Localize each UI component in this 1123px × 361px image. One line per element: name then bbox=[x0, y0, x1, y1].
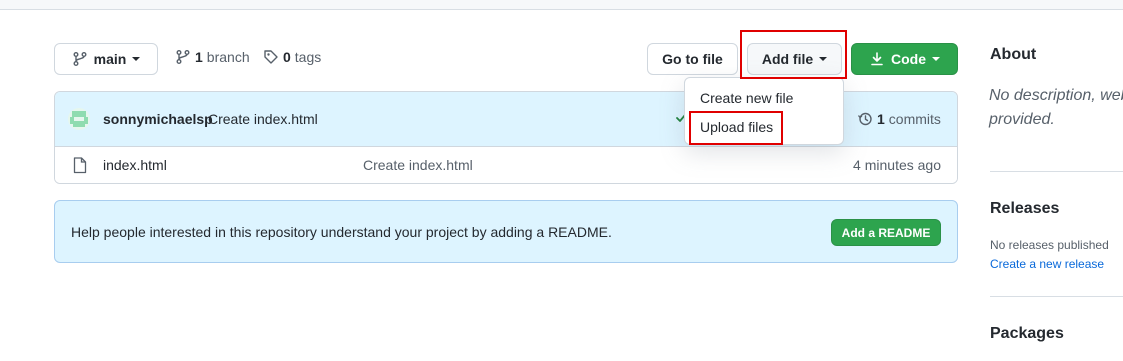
branches-label: branch bbox=[206, 49, 250, 65]
code-button[interactable]: Code bbox=[851, 43, 958, 75]
add-readme-button[interactable]: Add a README bbox=[831, 219, 941, 246]
code-label: Code bbox=[891, 51, 926, 67]
download-icon bbox=[869, 51, 885, 67]
commits-count: 1 bbox=[877, 111, 885, 127]
branch-selector-button[interactable]: main bbox=[54, 43, 158, 75]
git-branch-icon bbox=[175, 49, 191, 65]
commits-history-link[interactable]: 1 commits bbox=[857, 111, 941, 127]
branches-link[interactable]: 1 branch bbox=[175, 49, 250, 65]
chevron-down-icon bbox=[132, 57, 141, 61]
file-icon bbox=[73, 157, 87, 174]
commits-label: commits bbox=[888, 111, 941, 127]
branches-count: 1 bbox=[195, 49, 203, 65]
upload-files-highlight-box bbox=[689, 111, 783, 145]
sidebar-divider bbox=[990, 296, 1123, 297]
packages-heading[interactable]: Packages bbox=[990, 325, 1064, 343]
tags-link[interactable]: 0 tags bbox=[263, 49, 321, 65]
about-description-line1: No description, web bbox=[989, 87, 1123, 104]
releases-text: No releases published bbox=[990, 238, 1109, 252]
file-name[interactable]: index.html bbox=[103, 157, 167, 173]
add-file-highlight-box bbox=[740, 30, 847, 79]
tag-icon bbox=[263, 49, 279, 65]
releases-heading[interactable]: Releases bbox=[990, 200, 1059, 218]
header-strip bbox=[0, 0, 1123, 10]
about-description-line2: provided. bbox=[989, 111, 1055, 128]
table-row: index.html Create index.html 4 minutes a… bbox=[55, 147, 957, 183]
go-to-file-label: Go to file bbox=[662, 51, 723, 67]
readme-banner-text: Help people interested in this repositor… bbox=[71, 224, 612, 240]
branch-name: main bbox=[93, 51, 127, 67]
menu-item-create-new-file[interactable]: Create new file bbox=[700, 90, 793, 106]
sidebar-divider bbox=[990, 171, 1123, 172]
avatar[interactable] bbox=[68, 108, 90, 130]
tags-label: tags bbox=[294, 49, 322, 65]
go-to-file-button[interactable]: Go to file bbox=[647, 43, 738, 75]
file-commit-message[interactable]: Create index.html bbox=[363, 157, 473, 173]
file-age: 4 minutes ago bbox=[853, 157, 941, 173]
tags-count: 0 bbox=[283, 49, 291, 65]
create-release-link[interactable]: Create a new release bbox=[990, 257, 1104, 271]
about-heading: About bbox=[990, 46, 1037, 63]
readme-banner: Help people interested in this repositor… bbox=[54, 200, 958, 263]
commit-message[interactable]: Create index.html bbox=[208, 111, 318, 127]
git-branch-icon bbox=[72, 51, 88, 67]
add-readme-label: Add a README bbox=[841, 225, 931, 240]
history-icon bbox=[857, 111, 873, 127]
chevron-down-icon bbox=[932, 57, 940, 61]
commit-author[interactable]: sonnymichaelsp bbox=[103, 111, 213, 127]
